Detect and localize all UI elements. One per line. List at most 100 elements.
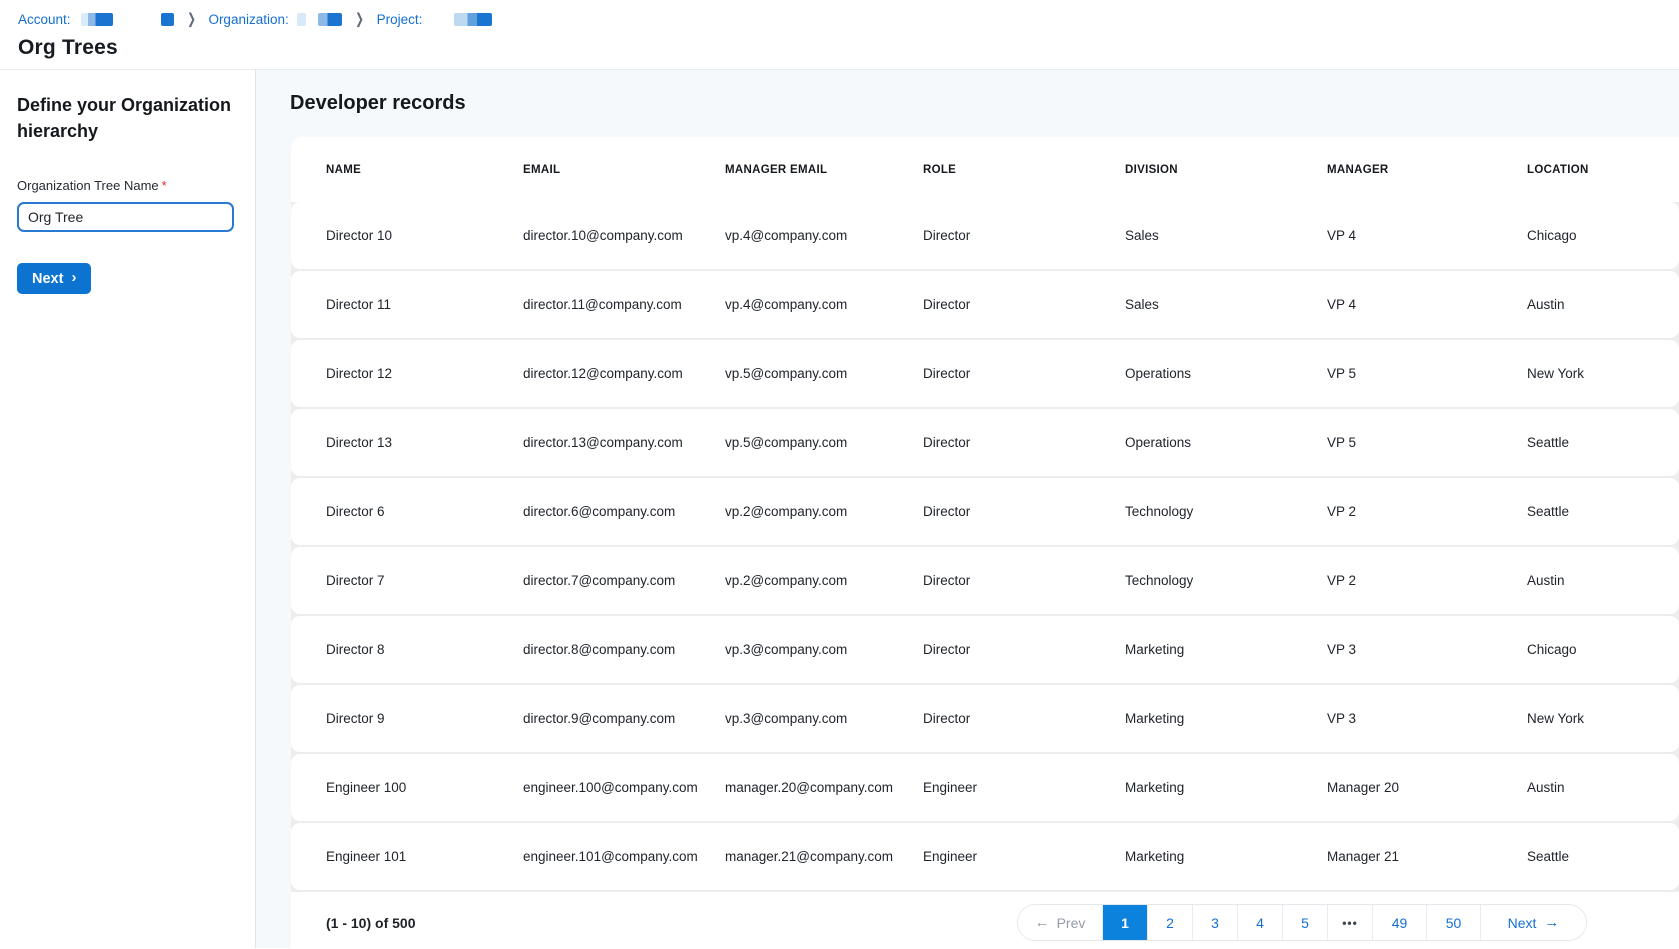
page-button-3[interactable]: 3 — [1192, 905, 1237, 940]
cell-manager-email: vp.3@company.com — [725, 711, 923, 726]
chevron-right-icon: › — [71, 269, 76, 286]
column-header-division: DIVISION — [1125, 164, 1327, 176]
cell-location: Seattle — [1527, 435, 1663, 450]
cell-name: Director 7 — [326, 573, 523, 588]
breadcrumb-organization-label[interactable]: Organization: — [208, 12, 288, 27]
page-button-49[interactable]: 49 — [1372, 905, 1426, 940]
breadcrumb-account-label[interactable]: Account: — [18, 12, 71, 27]
breadcrumb-project-label[interactable]: Project: — [377, 12, 423, 27]
column-header-name: NAME — [326, 164, 523, 176]
pagination-pill: ← Prev 12345•••4950 Next → — [1017, 904, 1587, 941]
column-header-manager: MANAGER — [1327, 164, 1527, 176]
cell-location: Austin — [1527, 297, 1663, 312]
cell-manager-email: vp.3@company.com — [725, 642, 923, 657]
cell-manager-email: manager.21@company.com — [725, 849, 923, 864]
cell-role: Director — [923, 504, 1125, 519]
cell-manager: Manager 21 — [1327, 849, 1527, 864]
page-button-1[interactable]: 1 — [1102, 905, 1147, 940]
arrow-left-icon: ← — [1035, 914, 1050, 931]
chevron-right-icon: ❯ — [187, 10, 196, 28]
cell-manager: VP 5 — [1327, 435, 1527, 450]
table-row[interactable]: Director 10director.10@company.comvp.4@c… — [291, 202, 1679, 269]
redacted-account-badge — [161, 13, 174, 26]
cell-email: director.11@company.com — [523, 297, 725, 312]
cell-email: director.12@company.com — [523, 366, 725, 381]
page-button-4[interactable]: 4 — [1237, 905, 1282, 940]
cell-email: engineer.100@company.com — [523, 780, 725, 795]
tree-name-label: Organization Tree Name* — [17, 178, 238, 193]
cell-location: Chicago — [1527, 228, 1663, 243]
cell-location: Seattle — [1527, 849, 1663, 864]
table-row[interactable]: Engineer 101engineer.101@company.commana… — [291, 823, 1679, 890]
cell-division: Operations — [1125, 366, 1327, 381]
next-button-label: Next — [32, 271, 63, 287]
cell-name: Director 8 — [326, 642, 523, 657]
cell-name: Director 6 — [326, 504, 523, 519]
organization-tree-name-input[interactable] — [17, 202, 234, 232]
page-title: Org Trees — [18, 36, 1661, 60]
cell-manager-email: manager.20@company.com — [725, 780, 923, 795]
cell-location: Chicago — [1527, 642, 1663, 657]
cell-role: Director — [923, 711, 1125, 726]
content-area: Define your Organization hierarchy Organ… — [0, 70, 1679, 948]
next-page-button[interactable]: Next → — [1480, 905, 1586, 940]
redacted-project-value — [454, 13, 492, 26]
cell-location: Seattle — [1527, 504, 1663, 519]
cell-role: Director — [923, 573, 1125, 588]
table-row[interactable]: Director 7director.7@company.comvp.2@com… — [291, 547, 1679, 614]
cell-manager: VP 4 — [1327, 228, 1527, 243]
cell-email: director.6@company.com — [523, 504, 725, 519]
cell-role: Director — [923, 228, 1125, 243]
page-button-50[interactable]: 50 — [1426, 905, 1480, 940]
cell-email: director.8@company.com — [523, 642, 725, 657]
cell-email: director.13@company.com — [523, 435, 725, 450]
table-row[interactable]: Director 11director.11@company.comvp.4@c… — [291, 271, 1679, 338]
cell-manager: VP 4 — [1327, 297, 1527, 312]
pagination-bar: (1 - 10) of 500 ← Prev 12345•••4950 Next… — [291, 890, 1679, 949]
cell-name: Engineer 101 — [326, 849, 523, 864]
cell-name: Director 10 — [326, 228, 523, 243]
main-panel: Developer records NAMEEMAILMANAGER EMAIL… — [256, 70, 1679, 948]
table-row[interactable]: Director 6director.6@company.comvp.2@com… — [291, 478, 1679, 545]
cell-location: New York — [1527, 366, 1663, 381]
cell-manager-email: vp.2@company.com — [725, 573, 923, 588]
top-bar: Account: ❯ Organization: ❯ Project: Org … — [0, 0, 1679, 70]
developer-records-heading: Developer records — [290, 92, 1679, 115]
prev-label: Prev — [1057, 915, 1086, 931]
pagination-range-text: (1 - 10) of 500 — [326, 915, 415, 931]
prev-page-button[interactable]: ← Prev — [1018, 905, 1102, 940]
redacted-organization-value — [297, 13, 306, 26]
sidebar: Define your Organization hierarchy Organ… — [0, 70, 256, 948]
cell-manager: VP 2 — [1327, 504, 1527, 519]
table-row[interactable]: Director 8director.8@company.comvp.3@com… — [291, 616, 1679, 683]
cell-role: Director — [923, 435, 1125, 450]
cell-division: Marketing — [1125, 849, 1327, 864]
cell-division: Marketing — [1125, 711, 1327, 726]
next-button[interactable]: Next › — [17, 263, 91, 294]
cell-role: Director — [923, 642, 1125, 657]
cell-name: Director 9 — [326, 711, 523, 726]
required-asterisk: * — [162, 178, 167, 193]
page-button-2[interactable]: 2 — [1147, 905, 1192, 940]
column-header-manager-email: MANAGER EMAIL — [725, 164, 923, 176]
cell-location: New York — [1527, 711, 1663, 726]
redacted-organization-value-2 — [318, 13, 342, 26]
redacted-account-value — [81, 13, 113, 26]
table-header-row: NAMEEMAILMANAGER EMAILROLEDIVISIONMANAGE… — [291, 137, 1679, 202]
table-body: Director 10director.10@company.comvp.4@c… — [291, 202, 1679, 890]
table-row[interactable]: Director 13director.13@company.comvp.5@c… — [291, 409, 1679, 476]
cell-manager-email: vp.4@company.com — [725, 228, 923, 243]
column-header-email: EMAIL — [523, 164, 725, 176]
table-row[interactable]: Director 12director.12@company.comvp.5@c… — [291, 340, 1679, 407]
table-row[interactable]: Director 9director.9@company.comvp.3@com… — [291, 685, 1679, 752]
next-label: Next — [1508, 915, 1537, 931]
pagination-ellipsis: ••• — [1327, 905, 1372, 940]
table-row[interactable]: Engineer 100engineer.100@company.commana… — [291, 754, 1679, 821]
tree-name-label-text: Organization Tree Name — [17, 178, 159, 193]
cell-manager: VP 3 — [1327, 711, 1527, 726]
cell-division: Technology — [1125, 573, 1327, 588]
cell-role: Director — [923, 297, 1125, 312]
cell-manager: VP 3 — [1327, 642, 1527, 657]
page-button-5[interactable]: 5 — [1282, 905, 1327, 940]
cell-manager-email: vp.2@company.com — [725, 504, 923, 519]
